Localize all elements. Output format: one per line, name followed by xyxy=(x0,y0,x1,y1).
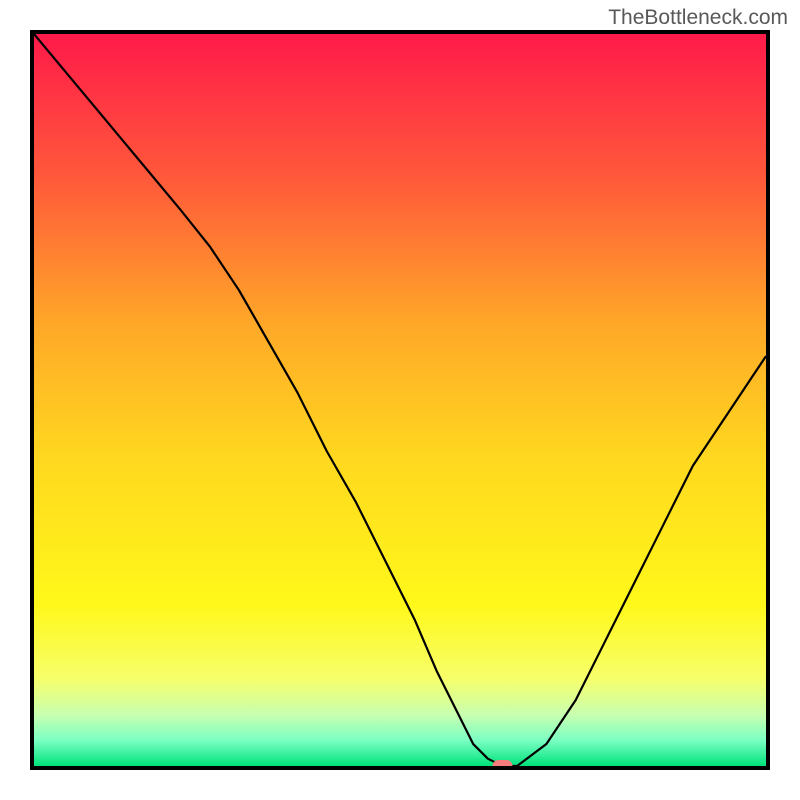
bottleneck-chart xyxy=(30,30,770,770)
chart-svg xyxy=(30,30,770,770)
watermark-text: TheBottleneck.com xyxy=(608,6,788,30)
chart-container: TheBottleneck.com xyxy=(0,0,800,800)
chart-background xyxy=(34,34,766,766)
